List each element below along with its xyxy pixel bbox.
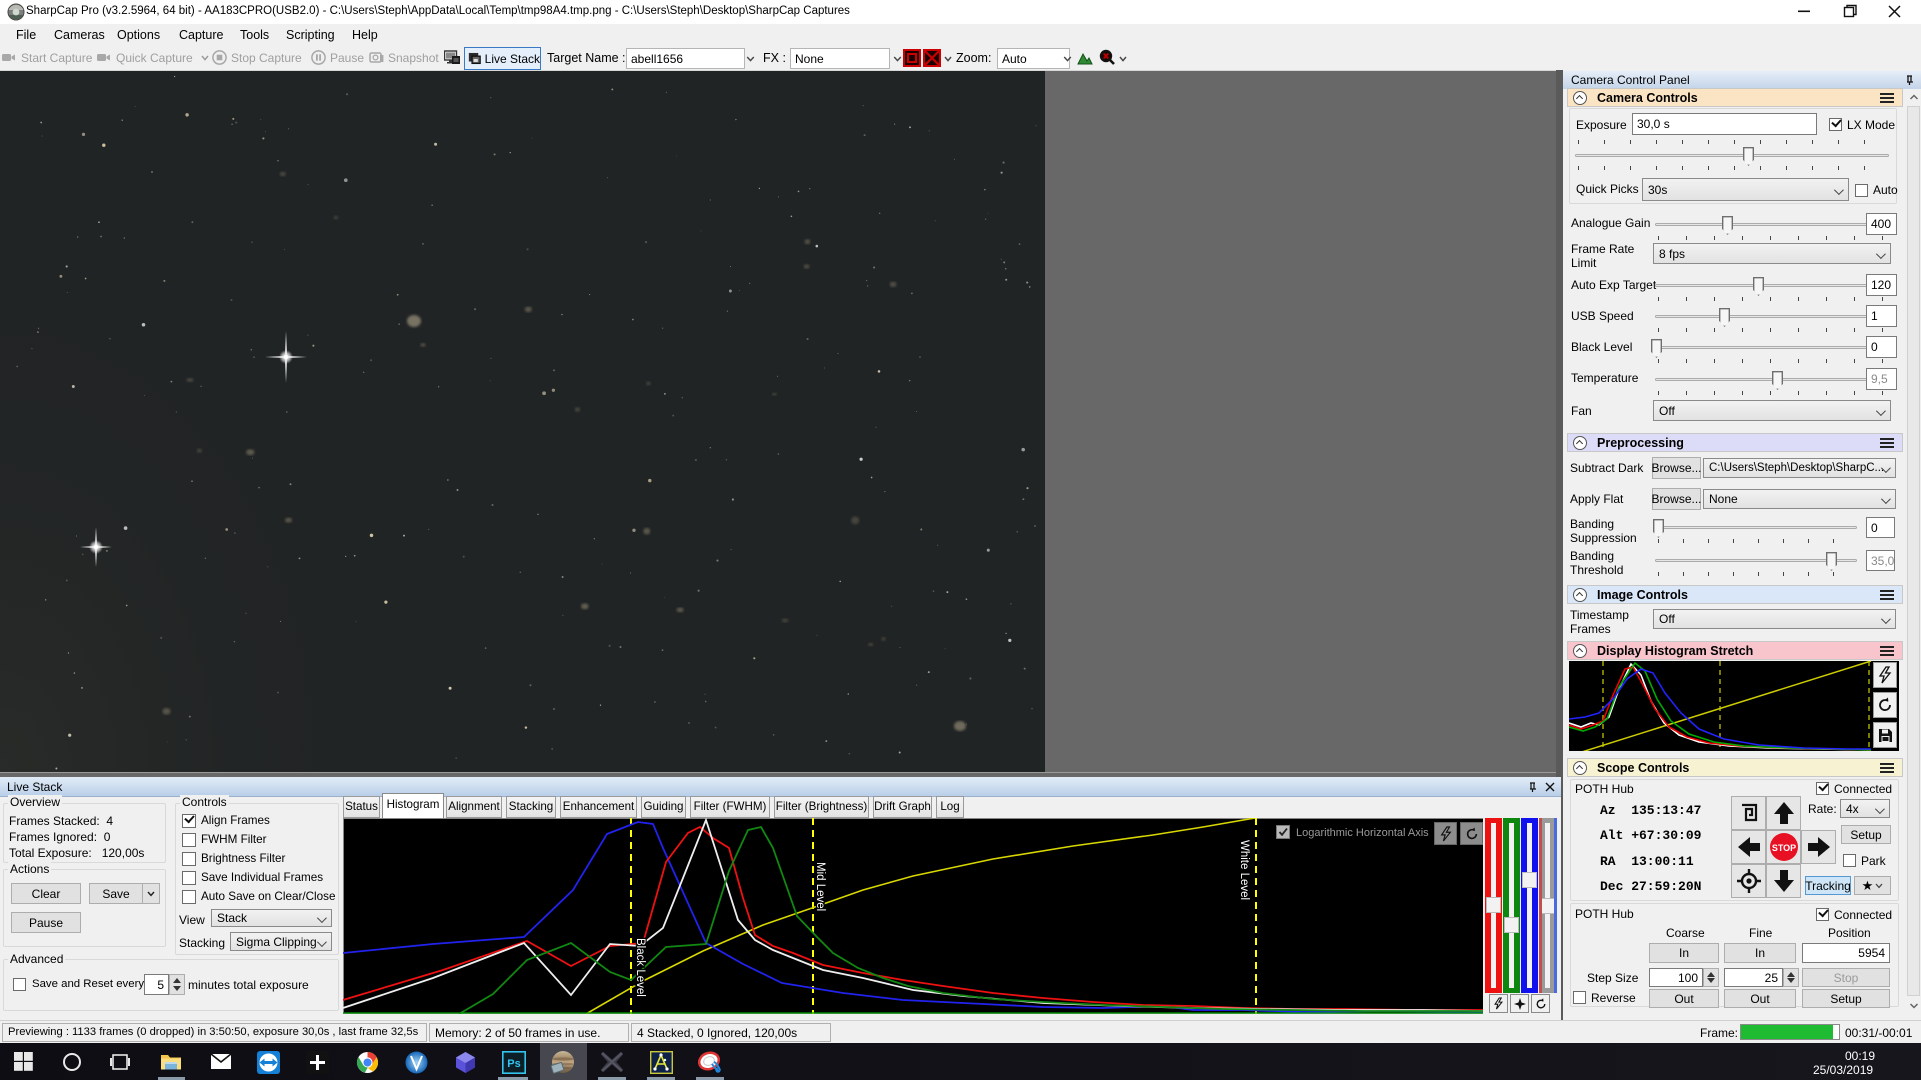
svg-text:Black Level: Black Level — [634, 938, 646, 997]
svg-text:Ps: Ps — [507, 1058, 520, 1070]
svg-text:Mid Level: Mid Level — [814, 862, 826, 911]
svg-text:White Level: White Level — [1238, 840, 1250, 900]
svg-text:STOP: STOP — [1771, 843, 1795, 853]
